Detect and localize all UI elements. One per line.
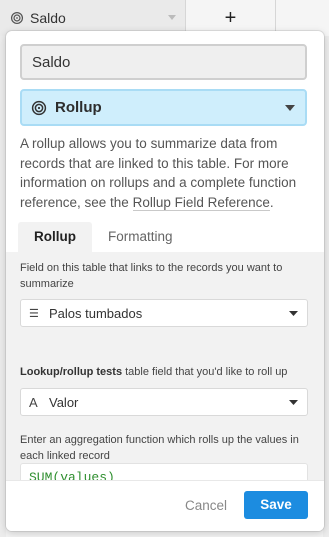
link-field-label: Field on this table that links to the re… <box>20 262 283 290</box>
lookup-field-value: Valor <box>49 394 79 410</box>
rollup-icon <box>10 11 24 25</box>
dialog-footer: Cancel Save <box>6 480 324 531</box>
field-type-label: Rollup <box>55 99 102 116</box>
chevron-down-icon <box>289 311 298 316</box>
text-field-icon: A <box>29 394 38 410</box>
link-field-select[interactable]: ☰ Palos tumbados <box>20 299 308 327</box>
save-button[interactable]: Save <box>244 491 308 519</box>
tab-formatting[interactable]: Formatting <box>92 222 189 252</box>
field-type-select[interactable]: Rollup <box>20 89 307 126</box>
field-type-description: A rollup allows you to summarize data fr… <box>20 134 310 212</box>
chevron-down-icon[interactable] <box>168 15 176 21</box>
chevron-down-icon <box>285 105 295 111</box>
chevron-down-icon <box>289 400 298 405</box>
aggregation-label: Enter an aggregation function which roll… <box>20 434 299 462</box>
lookup-field-select[interactable]: A Valor <box>20 388 308 416</box>
cancel-button[interactable]: Cancel <box>180 493 232 519</box>
field-config-dialog: Rollup A rollup allows you to summarize … <box>6 31 324 531</box>
lookup-field-label-rest: table field that you'd like to roll up <box>122 366 288 378</box>
rollup-panel: Field on this table that links to the re… <box>6 252 324 493</box>
rollup-reference-link[interactable]: Rollup Field Reference <box>132 194 270 211</box>
link-field-value: Palos tumbados <box>49 305 143 321</box>
field-name-input[interactable] <box>20 44 307 80</box>
tab-rollup[interactable]: Rollup <box>18 222 92 252</box>
field-header-label: Saldo <box>30 10 66 26</box>
description-end: . <box>269 194 274 210</box>
linked-records-icon: ☰ <box>29 307 39 320</box>
lookup-field-label-bold: Lookup/rollup tests <box>20 366 123 378</box>
rollup-spiral-icon <box>31 100 47 115</box>
config-tabs: Rollup Formatting <box>18 222 189 252</box>
lookup-field-label: Lookup/rollup tests table field that you… <box>20 364 312 380</box>
